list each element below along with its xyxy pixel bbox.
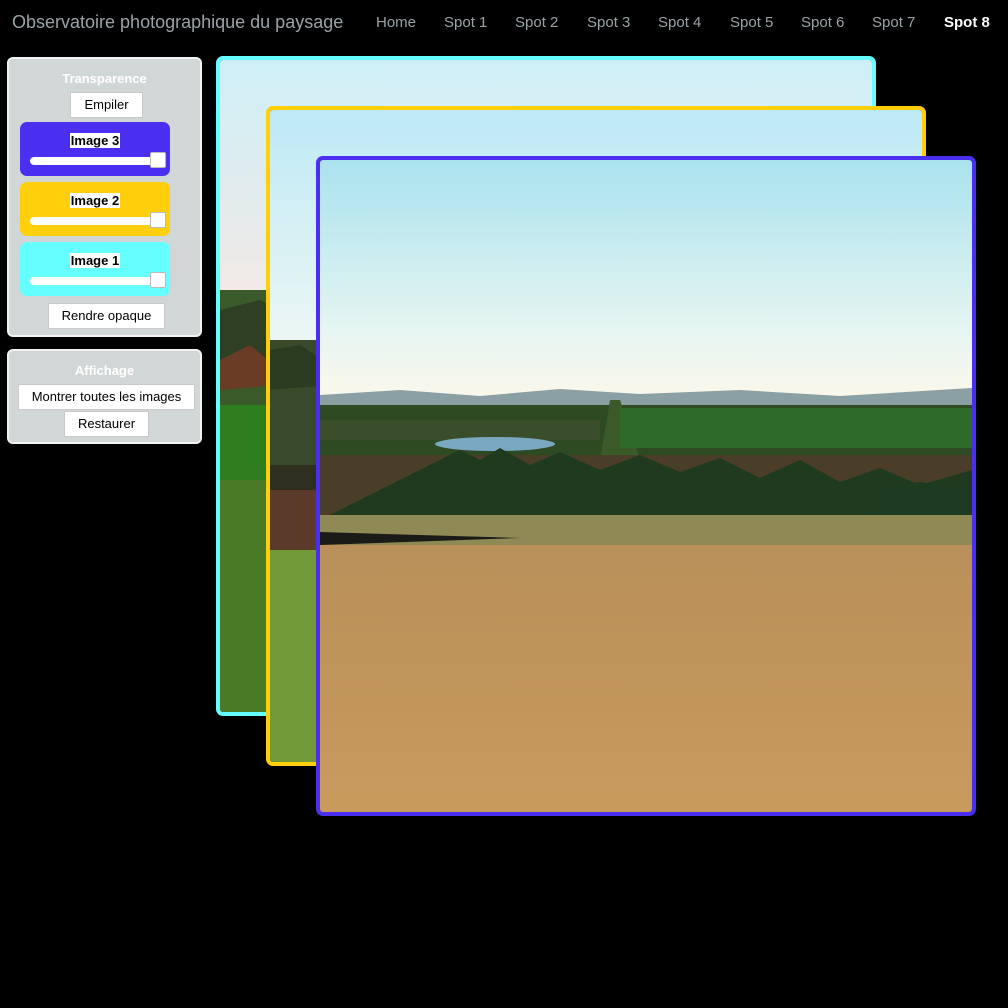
empiler-button[interactable]: Empiler	[70, 92, 143, 118]
nav-item-spot-3[interactable]: Spot 3	[587, 14, 630, 31]
slider-thumb-image-3[interactable]	[150, 152, 166, 168]
nav-item-spot-2[interactable]: Spot 2	[515, 14, 558, 31]
nav-item-spot-7[interactable]: Spot 7	[872, 14, 915, 31]
nav-item-spot-1[interactable]: Spot 1	[444, 14, 487, 31]
slider-thumb-image-2[interactable]	[150, 212, 166, 228]
affichage-title: Affichage	[74, 363, 135, 378]
transparence-panel: Transparence Empiler Image 3 Image 2 Ima…	[7, 57, 202, 337]
opacity-slider-image-1[interactable]	[30, 272, 166, 288]
rendre-opaque-button[interactable]: Rendre opaque	[48, 303, 165, 329]
opacity-slider-image-2[interactable]	[30, 212, 166, 228]
slider-thumb-image-1[interactable]	[150, 272, 166, 288]
nav-item-spot-8[interactable]: Spot 8	[944, 14, 990, 31]
app-title[interactable]: Observatoire photographique du paysage	[12, 12, 343, 33]
show-all-images-button[interactable]: Montrer toutes les images	[18, 384, 195, 410]
transparence-title: Transparence	[62, 71, 147, 86]
nav-item-home[interactable]: Home	[376, 14, 416, 31]
nav-item-spot-5[interactable]: Spot 5	[730, 14, 773, 31]
layer-card-image-1: Image 1	[20, 242, 170, 296]
top-navbar: Observatoire photographique du paysage H…	[0, 0, 1008, 46]
photo-image-3[interactable]	[316, 156, 976, 816]
layer-label-image-2: Image 2	[69, 193, 121, 208]
affichage-panel: Affichage Montrer toutes les images Rest…	[7, 349, 202, 444]
opacity-slider-image-3[interactable]	[30, 152, 166, 168]
layer-card-image-3: Image 3	[20, 122, 170, 176]
restaurer-button[interactable]: Restaurer	[64, 411, 149, 437]
nav-item-spot-4[interactable]: Spot 4	[658, 14, 701, 31]
landscape-photo-3	[320, 160, 972, 812]
layer-label-image-3: Image 3	[69, 133, 121, 148]
layer-card-image-2: Image 2	[20, 182, 170, 236]
layer-label-image-1: Image 1	[69, 253, 121, 268]
nav-item-spot-6[interactable]: Spot 6	[801, 14, 844, 31]
